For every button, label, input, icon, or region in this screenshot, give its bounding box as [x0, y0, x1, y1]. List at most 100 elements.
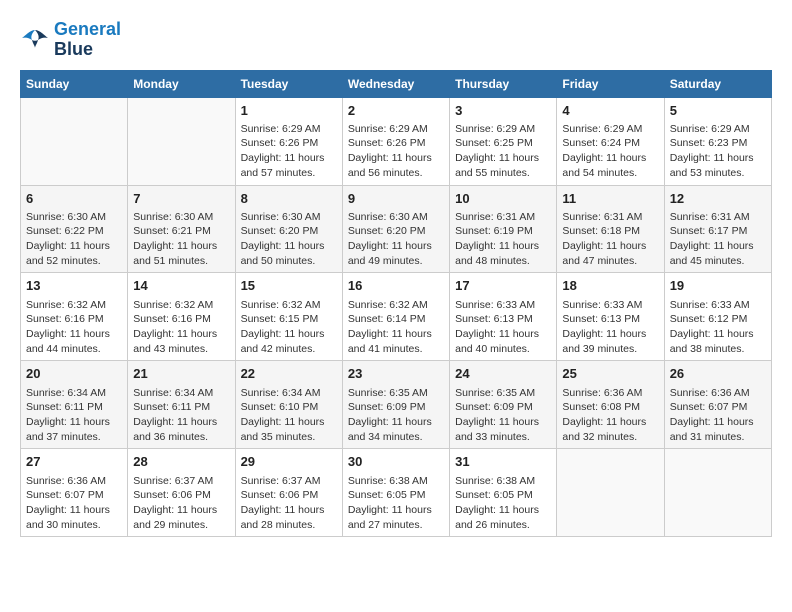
calendar-cell: 27Sunrise: 6:36 AM Sunset: 6:07 PM Dayli… [21, 449, 128, 537]
calendar-cell: 22Sunrise: 6:34 AM Sunset: 6:10 PM Dayli… [235, 361, 342, 449]
calendar-cell: 24Sunrise: 6:35 AM Sunset: 6:09 PM Dayli… [450, 361, 557, 449]
calendar-week-row: 6 Sunrise: 6:30 AM Sunset: 6:22 PM Daylig… [21, 185, 772, 273]
day-info: Sunrise: 6:32 AM Sunset: 6:15 PM Dayligh… [241, 298, 337, 357]
day-number: 14 [133, 277, 229, 295]
day-info: Sunrise: 6:35 AM Sunset: 6:09 PM Dayligh… [348, 386, 444, 445]
calendar-cell: 21Sunrise: 6:34 AM Sunset: 6:11 PM Dayli… [128, 361, 235, 449]
calendar-cell: 17Sunrise: 6:33 AM Sunset: 6:13 PM Dayli… [450, 273, 557, 361]
calendar-cell: 3 Sunrise: 6:29 AM Sunset: 6:25 PM Daylig… [450, 97, 557, 185]
day-number: 6 [26, 190, 122, 208]
calendar-cell: 11 Sunrise: 6:31 AM Sunset: 6:18 PM Dayli… [557, 185, 664, 273]
day-info: Sunrise: 6:29 AM Sunset: 6:24 PM Dayligh… [562, 122, 658, 181]
page-header: General Blue [20, 20, 772, 60]
calendar-cell: 7 Sunrise: 6:30 AM Sunset: 6:21 PM Daylig… [128, 185, 235, 273]
day-info: Sunrise: 6:31 AM Sunset: 6:19 PM Dayligh… [455, 210, 551, 269]
day-number: 28 [133, 453, 229, 471]
day-number: 5 [670, 102, 766, 120]
calendar-week-row: 13 Sunrise: 6:32 AM Sunset: 6:16 PM Dayli… [21, 273, 772, 361]
day-number: 20 [26, 365, 122, 383]
day-number: 3 [455, 102, 551, 120]
day-number: 11 [562, 190, 658, 208]
day-info: Sunrise: 6:30 AM Sunset: 6:20 PM Dayligh… [348, 210, 444, 269]
calendar-cell: 2 Sunrise: 6:29 AM Sunset: 6:26 PM Daylig… [342, 97, 449, 185]
day-info: Sunrise: 6:33 AM Sunset: 6:13 PM Dayligh… [562, 298, 658, 357]
weekday-header: Monday [128, 70, 235, 97]
day-number: 19 [670, 277, 766, 295]
calendar-cell: 25 Sunrise: 6:36 AM Sunset: 6:08 PM Dayli… [557, 361, 664, 449]
calendar-cell: 20 Sunrise: 6:34 AM Sunset: 6:11 PM Dayli… [21, 361, 128, 449]
logo: General Blue [20, 20, 121, 60]
day-number: 1 [241, 102, 337, 120]
day-number: 30 [348, 453, 444, 471]
day-info: Sunrise: 6:30 AM Sunset: 6:22 PM Dayligh… [26, 210, 122, 269]
day-number: 31 [455, 453, 551, 471]
calendar-week-row: 20 Sunrise: 6:34 AM Sunset: 6:11 PM Dayli… [21, 361, 772, 449]
day-number: 17 [455, 277, 551, 295]
day-number: 16 [348, 277, 444, 295]
calendar-cell: 19 Sunrise: 6:33 AM Sunset: 6:12 PM Dayli… [664, 273, 771, 361]
day-info: Sunrise: 6:30 AM Sunset: 6:20 PM Dayligh… [241, 210, 337, 269]
day-number: 25 [562, 365, 658, 383]
day-number: 21 [133, 365, 229, 383]
day-number: 10 [455, 190, 551, 208]
calendar-table: SundayMondayTuesdayWednesdayThursdayFrid… [20, 70, 772, 538]
logo-text: General Blue [54, 20, 121, 60]
day-info: Sunrise: 6:33 AM Sunset: 6:12 PM Dayligh… [670, 298, 766, 357]
day-number: 18 [562, 277, 658, 295]
calendar-cell: 9Sunrise: 6:30 AM Sunset: 6:20 PM Daylig… [342, 185, 449, 273]
day-number: 23 [348, 365, 444, 383]
day-number: 2 [348, 102, 444, 120]
calendar-cell: 14Sunrise: 6:32 AM Sunset: 6:16 PM Dayli… [128, 273, 235, 361]
day-number: 7 [133, 190, 229, 208]
day-info: Sunrise: 6:37 AM Sunset: 6:06 PM Dayligh… [241, 474, 337, 533]
calendar-cell: 10 Sunrise: 6:31 AM Sunset: 6:19 PM Dayli… [450, 185, 557, 273]
calendar-cell [21, 97, 128, 185]
day-number: 26 [670, 365, 766, 383]
calendar-cell [664, 449, 771, 537]
calendar-cell: 16 Sunrise: 6:32 AM Sunset: 6:14 PM Dayli… [342, 273, 449, 361]
weekday-header-row: SundayMondayTuesdayWednesdayThursdayFrid… [21, 70, 772, 97]
day-info: Sunrise: 6:32 AM Sunset: 6:16 PM Dayligh… [26, 298, 122, 357]
day-number: 12 [670, 190, 766, 208]
calendar-cell: 23 Sunrise: 6:35 AM Sunset: 6:09 PM Dayli… [342, 361, 449, 449]
calendar-cell: 8Sunrise: 6:30 AM Sunset: 6:20 PM Daylig… [235, 185, 342, 273]
day-info: Sunrise: 6:37 AM Sunset: 6:06 PM Dayligh… [133, 474, 229, 533]
logo-bird-icon [20, 28, 50, 52]
day-info: Sunrise: 6:30 AM Sunset: 6:21 PM Dayligh… [133, 210, 229, 269]
day-info: Sunrise: 6:38 AM Sunset: 6:05 PM Dayligh… [348, 474, 444, 533]
day-number: 4 [562, 102, 658, 120]
day-info: Sunrise: 6:32 AM Sunset: 6:14 PM Dayligh… [348, 298, 444, 357]
calendar-cell: 28 Sunrise: 6:37 AM Sunset: 6:06 PM Dayli… [128, 449, 235, 537]
weekday-header: Friday [557, 70, 664, 97]
calendar-cell: 29 Sunrise: 6:37 AM Sunset: 6:06 PM Dayli… [235, 449, 342, 537]
day-info: Sunrise: 6:36 AM Sunset: 6:07 PM Dayligh… [26, 474, 122, 533]
day-number: 15 [241, 277, 337, 295]
calendar-body: 1 Sunrise: 6:29 AM Sunset: 6:26 PM Daylig… [21, 97, 772, 537]
calendar-cell: 26 Sunrise: 6:36 AM Sunset: 6:07 PM Dayli… [664, 361, 771, 449]
calendar-cell: 13 Sunrise: 6:32 AM Sunset: 6:16 PM Dayli… [21, 273, 128, 361]
weekday-header: Wednesday [342, 70, 449, 97]
day-number: 13 [26, 277, 122, 295]
calendar-cell: 4 Sunrise: 6:29 AM Sunset: 6:24 PM Daylig… [557, 97, 664, 185]
calendar-cell: 15 Sunrise: 6:32 AM Sunset: 6:15 PM Dayli… [235, 273, 342, 361]
day-number: 29 [241, 453, 337, 471]
calendar-cell: 1 Sunrise: 6:29 AM Sunset: 6:26 PM Daylig… [235, 97, 342, 185]
day-info: Sunrise: 6:29 AM Sunset: 6:25 PM Dayligh… [455, 122, 551, 181]
day-info: Sunrise: 6:36 AM Sunset: 6:07 PM Dayligh… [670, 386, 766, 445]
calendar-cell: 30 Sunrise: 6:38 AM Sunset: 6:05 PM Dayli… [342, 449, 449, 537]
weekday-header: Thursday [450, 70, 557, 97]
day-info: Sunrise: 6:31 AM Sunset: 6:18 PM Dayligh… [562, 210, 658, 269]
day-info: Sunrise: 6:29 AM Sunset: 6:26 PM Dayligh… [348, 122, 444, 181]
weekday-header: Saturday [664, 70, 771, 97]
calendar-week-row: 27Sunrise: 6:36 AM Sunset: 6:07 PM Dayli… [21, 449, 772, 537]
calendar-cell: 31 Sunrise: 6:38 AM Sunset: 6:05 PM Dayli… [450, 449, 557, 537]
calendar-cell [557, 449, 664, 537]
day-info: Sunrise: 6:38 AM Sunset: 6:05 PM Dayligh… [455, 474, 551, 533]
calendar-cell: 5Sunrise: 6:29 AM Sunset: 6:23 PM Daylig… [664, 97, 771, 185]
day-info: Sunrise: 6:34 AM Sunset: 6:10 PM Dayligh… [241, 386, 337, 445]
day-info: Sunrise: 6:34 AM Sunset: 6:11 PM Dayligh… [26, 386, 122, 445]
calendar-cell: 12 Sunrise: 6:31 AM Sunset: 6:17 PM Dayli… [664, 185, 771, 273]
day-info: Sunrise: 6:36 AM Sunset: 6:08 PM Dayligh… [562, 386, 658, 445]
day-info: Sunrise: 6:29 AM Sunset: 6:26 PM Dayligh… [241, 122, 337, 181]
day-info: Sunrise: 6:31 AM Sunset: 6:17 PM Dayligh… [670, 210, 766, 269]
